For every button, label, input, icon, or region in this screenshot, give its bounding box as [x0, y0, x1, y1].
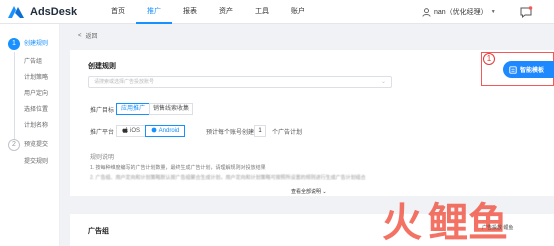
step-connector [14, 52, 15, 142]
account-select-placeholder: 请搜索或选择广告投放账号 [94, 79, 155, 85]
view-all-rules-label: 查看全部说明 [291, 189, 322, 195]
rule-line-1: 1. 按每种维度编写的广告计划数量，最终生成广告计划，请理解规则对投放结果 [90, 165, 266, 171]
nav-home[interactable]: 首页 [100, 0, 136, 24]
sidebar-item-plan-strategy[interactable]: 计划策略 [24, 74, 48, 82]
annotation-badge: 1 [483, 53, 495, 65]
template-icon [509, 65, 517, 74]
main-nav: 首页 推广 报表 资产 工具 账户 [100, 0, 316, 24]
step-1-number: 1 [8, 38, 20, 50]
watermark-logo-icon: 火 鲤鱼 [382, 200, 508, 244]
target-option-app[interactable]: 应用推广 [116, 103, 150, 115]
nav-reports[interactable]: 报表 [172, 0, 208, 24]
section-title: 创建规则 [88, 63, 116, 70]
smart-template-button[interactable]: 智能模板 [503, 61, 554, 78]
apple-icon [122, 126, 128, 133]
nav-account[interactable]: 账户 [280, 0, 316, 24]
step-2-label[interactable]: 预览提交 [24, 141, 48, 149]
chevron-down-icon: ⌄ [380, 79, 386, 85]
rule-line-2: 2. 广告组、用户定向和计划策略默认按广告组聚合生成计划，用户定向和计划策略可按… [90, 175, 366, 181]
nav-assets[interactable]: 资产 [208, 0, 244, 24]
app-name: AdsDesk [30, 6, 78, 18]
target-label: 推广目标 [90, 108, 115, 114]
android-icon [151, 128, 157, 133]
step-1-label[interactable]: 创建规则 [24, 40, 48, 48]
user-menu[interactable]: nan（优化经理） ▼ [422, 0, 496, 24]
account-select[interactable]: 请搜索或选择广告投放账号 ⌄ [88, 76, 392, 88]
app-logo[interactable]: AdsDesk [6, 4, 77, 20]
back-link[interactable]: < 返回 [78, 31, 98, 41]
sidebar-item-ad-group[interactable]: 广告组 [24, 58, 42, 66]
sidebar-item-user-targeting[interactable]: 用户定向 [24, 90, 48, 98]
per-account-input[interactable]: 1 [254, 125, 266, 137]
rules-title: 规则说明 [90, 155, 115, 161]
platform-ios-label: iOS [129, 128, 140, 134]
sidebar-item-placement[interactable]: 选择位置 [24, 106, 48, 114]
per-account-prefix: 预计每个账号创建 [206, 130, 255, 136]
watermark-subtitle: 广告投放 鲤鱼 [482, 225, 514, 231]
sidebar-item-plan-name[interactable]: 计划名称 [24, 122, 48, 130]
platform-option-android[interactable]: Android [145, 125, 185, 137]
step-sidebar: 1 创建规则 广告组 计划策略 用户定向 选择位置 计划名称 2 预览提交 提交… [0, 24, 60, 246]
user-icon [422, 7, 431, 17]
ad-group-title: 广告组 [88, 228, 109, 235]
watermark-text: 鲤鱼 [428, 200, 508, 244]
back-label: 返回 [85, 34, 98, 40]
view-all-rules-link[interactable]: 查看全部说明 ⌄ [291, 188, 327, 195]
user-name: nan（优化经理） [434, 9, 488, 16]
chevron-left-icon: < [78, 32, 82, 39]
platform-label: 推广平台 [90, 130, 115, 136]
nav-promotion[interactable]: 推广 [136, 0, 172, 24]
smart-template-label: 智能模板 [520, 68, 545, 74]
per-account-suffix: 个广告计划 [272, 130, 303, 136]
top-navbar: AdsDesk 首页 推广 报表 资产 工具 账户 nan（优化经理） ▼ [0, 0, 554, 24]
sidebar-item-submit-rules[interactable]: 提交规则 [24, 158, 48, 166]
chevron-down-icon: ⌄ [322, 189, 327, 195]
platform-android-label: Android [158, 128, 180, 134]
target-option-leads[interactable]: 销售线索收集 [149, 103, 193, 115]
platform-option-ios[interactable]: iOS [116, 125, 146, 137]
adsdesk-logo-icon [8, 6, 24, 18]
step-2-number: 2 [8, 139, 20, 151]
message-icon[interactable] [519, 5, 533, 19]
svg-text:火: 火 [382, 200, 422, 244]
nav-tools[interactable]: 工具 [244, 0, 280, 24]
chevron-down-icon: ▼ [490, 9, 496, 15]
